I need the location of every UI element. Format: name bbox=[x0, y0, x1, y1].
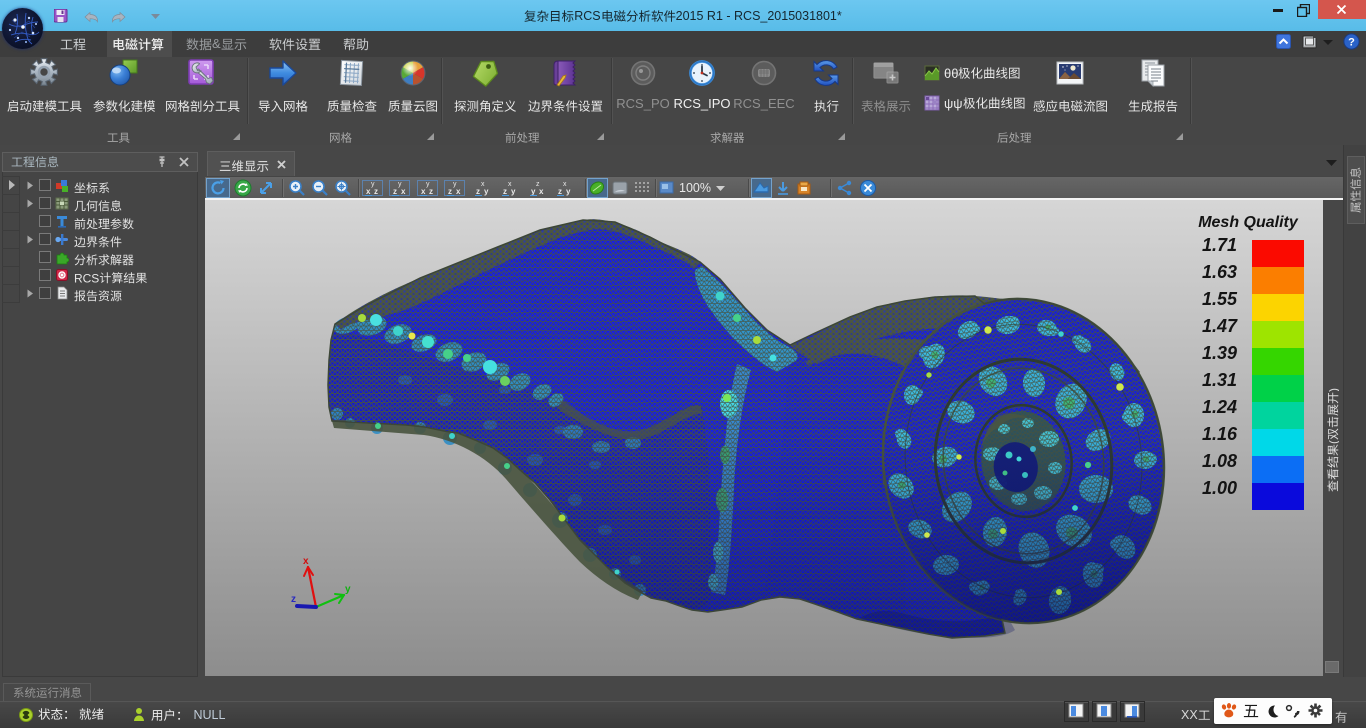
svg-text:z: z bbox=[448, 187, 452, 196]
svg-text:x: x bbox=[421, 187, 426, 196]
svg-text:x: x bbox=[539, 187, 544, 196]
svg-text:z: z bbox=[476, 187, 480, 196]
svg-text:z: z bbox=[429, 187, 433, 196]
svg-text:x: x bbox=[303, 556, 309, 567]
svg-text:y: y bbox=[511, 187, 516, 196]
svg-text:y: y bbox=[453, 181, 457, 188]
svg-text:x: x bbox=[508, 181, 512, 188]
svg-text:z: z bbox=[558, 187, 562, 196]
svg-text:(: ( bbox=[1327, 440, 1339, 444]
svg-text:RCS: RCS bbox=[74, 272, 99, 284]
svg-text:): ) bbox=[1327, 388, 1339, 392]
svg-text:x: x bbox=[456, 187, 461, 196]
svg-text:y: y bbox=[426, 181, 430, 188]
svg-text:y: y bbox=[566, 187, 571, 196]
svg-text:x: x bbox=[401, 187, 406, 196]
svg-text:y: y bbox=[371, 181, 375, 188]
svg-text:z: z bbox=[393, 187, 397, 196]
svg-text:x: x bbox=[366, 187, 371, 196]
svg-text:z: z bbox=[536, 181, 540, 188]
svg-text:z: z bbox=[503, 187, 507, 196]
svg-text:y: y bbox=[484, 187, 489, 196]
svg-text:z: z bbox=[374, 187, 378, 196]
svg-text:y: y bbox=[531, 187, 536, 196]
svg-text:x: x bbox=[563, 181, 567, 188]
svg-text:x: x bbox=[481, 181, 485, 188]
svg-text:z: z bbox=[291, 594, 296, 605]
svg-text:y: y bbox=[398, 181, 402, 188]
svg-text:y: y bbox=[345, 584, 351, 595]
svg-text:?: ? bbox=[1348, 37, 1355, 49]
